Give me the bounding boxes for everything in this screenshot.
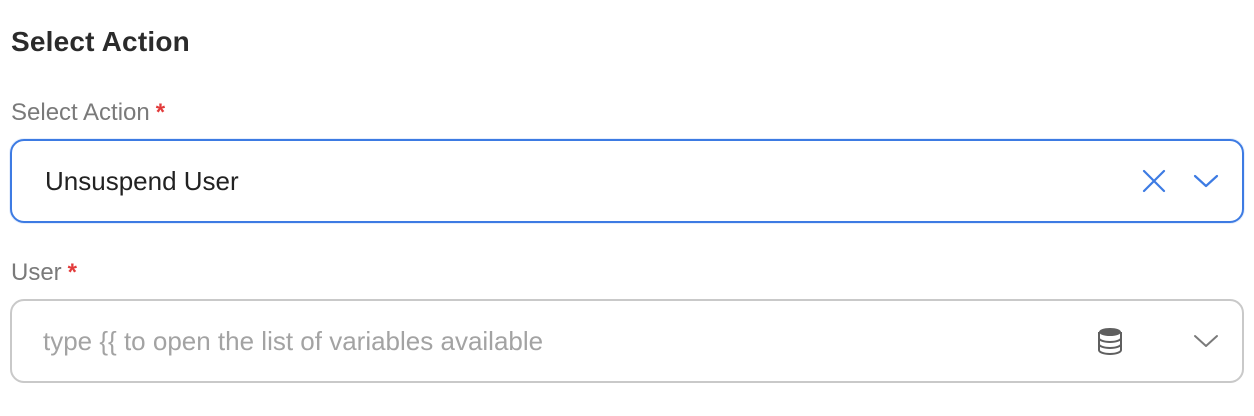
- action-dropdown-toggle[interactable]: [1188, 163, 1224, 199]
- user-input[interactable]: [43, 321, 1063, 361]
- database-icon: [1098, 328, 1122, 355]
- required-asterisk: *: [67, 259, 78, 286]
- close-icon: [1142, 169, 1166, 193]
- select-action-dropdown[interactable]: Unsuspend User: [10, 139, 1244, 223]
- user-label-text: User: [11, 259, 62, 286]
- user-dropdown-toggle[interactable]: [1188, 323, 1224, 359]
- select-action-label-text: Select Action: [11, 99, 150, 126]
- select-action-label: Select Action *: [11, 99, 165, 127]
- variables-button[interactable]: [1092, 323, 1128, 359]
- user-field[interactable]: [10, 299, 1244, 383]
- selected-action-value: Unsuspend User: [45, 165, 239, 196]
- chevron-down-icon: [1194, 335, 1218, 347]
- clear-selection-button[interactable]: [1136, 163, 1172, 199]
- required-asterisk: *: [155, 99, 166, 126]
- user-label: User *: [11, 259, 77, 287]
- section-title: Select Action: [11, 26, 190, 57]
- chevron-down-icon: [1193, 174, 1219, 188]
- select-action-panel: Select Action Select Action * Unsuspend U…: [0, 0, 1254, 416]
